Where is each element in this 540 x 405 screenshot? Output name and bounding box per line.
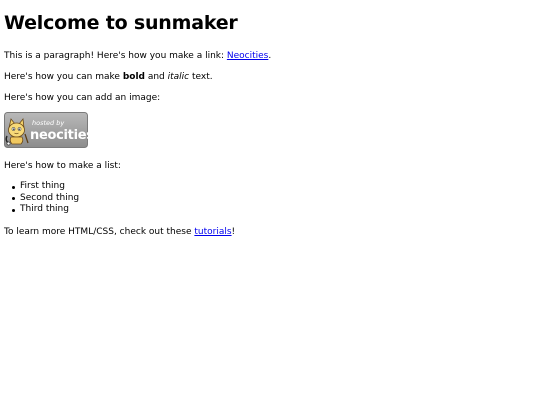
- example-list: First thing Second thing Third thing: [11, 181, 80, 216]
- paragraph-bold-end: text.: [189, 72, 213, 82]
- list-item: Third thing: [11, 204, 79, 216]
- paragraph-link-end: .: [268, 51, 272, 61]
- neocities-badge-image: hosted by neocities: [4, 112, 88, 148]
- bold-text: bold: [122, 72, 145, 82]
- paragraph-link: This is a paragraph! Here's how you make…: [4, 50, 271, 62]
- list-item: First thing: [11, 181, 79, 193]
- paragraph-list: Here's how to make a list:: [4, 161, 121, 171]
- neocities-link[interactable]: Neocities: [227, 51, 268, 61]
- paragraph-link-text: This is a paragraph! Here's how you make…: [4, 51, 227, 61]
- page-heading: Welcome to sunmaker: [4, 12, 238, 34]
- paragraph-learn-end: !: [231, 227, 236, 237]
- badge-hosted-by-text: hosted by: [32, 119, 64, 127]
- italic-text: italic: [167, 72, 190, 82]
- paragraph-bold-text: Here's how you can make: [4, 72, 123, 82]
- paragraph-learn: To learn more HTML/CSS, check out these …: [4, 226, 235, 238]
- paragraph-bold-italic: Here's how you can make bold and italic …: [4, 71, 213, 83]
- tutorials-link[interactable]: tutorials: [194, 227, 231, 237]
- paragraph-bold-middle: and: [144, 72, 168, 82]
- paragraph-learn-text: To learn more HTML/CSS, check out these: [4, 227, 195, 237]
- badge-neocities-text: neocities: [30, 128, 88, 143]
- paragraph-image: Here's how you can add an image:: [4, 93, 161, 103]
- list-item: Second thing: [11, 192, 80, 203]
